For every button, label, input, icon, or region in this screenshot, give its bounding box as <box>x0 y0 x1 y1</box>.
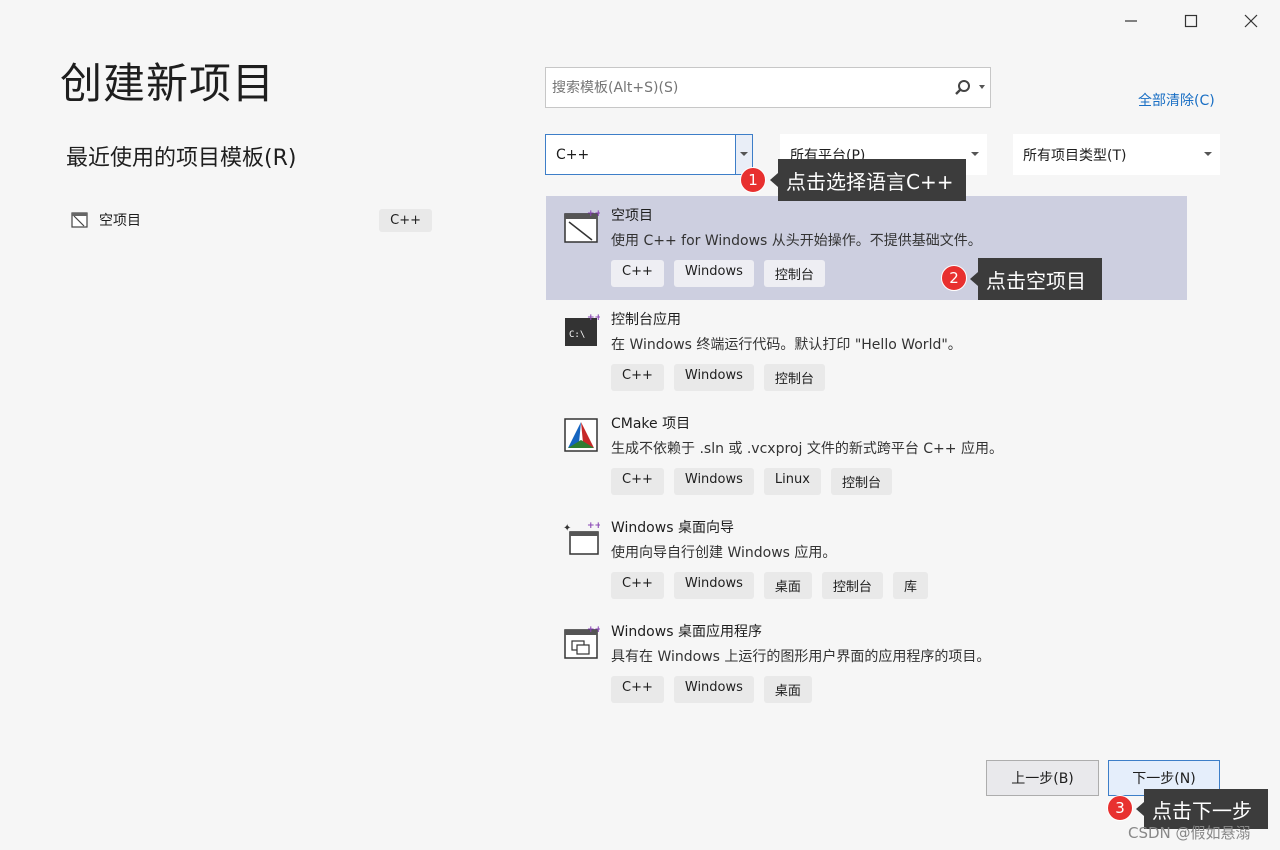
template-tag: Windows <box>673 468 754 495</box>
page-title: 创建新项目 <box>60 59 276 108</box>
template-tag: Windows <box>673 572 754 599</box>
recent-item-label: 空项目 <box>99 213 141 229</box>
template-name: 控制台应用 <box>611 312 681 328</box>
chevron-down-icon <box>1204 152 1212 156</box>
template-desktop-app[interactable]: ++ Windows 桌面应用程序 具有在 Windows 上运行的图形用户界面… <box>546 612 1187 716</box>
template-tag: Windows <box>673 676 754 703</box>
template-tag: 控制台 <box>763 364 825 391</box>
template-tag: Windows <box>673 364 754 391</box>
clear-all-link[interactable]: 全部清除(C) <box>1138 90 1215 110</box>
annotation-callout-2: 点击空项目 <box>970 258 1102 300</box>
chevron-down-icon <box>740 152 748 156</box>
annotation-badge-2: 2 <box>941 265 967 291</box>
recent-templates-heading: 最近使用的项目模板(R) <box>66 146 297 171</box>
template-description: 在 Windows 终端运行代码。默认打印 "Hello World"。 <box>611 337 962 353</box>
chevron-down-icon[interactable] <box>979 85 985 89</box>
template-desktop-wizard[interactable]: ✦ ++ Windows 桌面向导 使用向导自行创建 Windows 应用。 C… <box>546 508 1187 612</box>
watermark: CSDN @假如悬溺 <box>1128 824 1251 842</box>
annotation-callout-1: 点击选择语言C++ <box>770 159 966 201</box>
search-icon[interactable] <box>954 79 972 97</box>
project-type-selected: 所有项目类型(T) <box>1023 147 1127 164</box>
template-tag: 控制台 <box>830 468 892 495</box>
svg-text:++: ++ <box>587 313 600 323</box>
template-tag: Windows <box>673 260 754 287</box>
svg-text:C:\: C:\ <box>569 330 585 340</box>
annotation-badge-3: 3 <box>1107 795 1133 821</box>
cmake-icon <box>564 418 598 452</box>
template-description: 使用向导自行创建 Windows 应用。 <box>611 545 837 561</box>
minimize-button[interactable] <box>1116 6 1146 36</box>
template-tag: C++ <box>611 676 664 703</box>
project-type-dropdown[interactable]: 所有项目类型(T) <box>1013 134 1220 175</box>
template-cmake-project[interactable]: CMake 项目 生成不依赖于 .sln 或 .vcxproj 文件的新式跨平台… <box>546 404 1187 508</box>
template-tag: 桌面 <box>763 572 812 599</box>
svg-text:++: ++ <box>587 625 600 635</box>
template-description: 生成不依赖于 .sln 或 .vcxproj 文件的新式跨平台 C++ 应用。 <box>611 441 1003 457</box>
language-dropdown[interactable]: C++ <box>545 134 753 175</box>
search-box[interactable] <box>545 67 991 108</box>
recent-item-empty-project[interactable]: 空项目 C++ <box>70 206 432 234</box>
maximize-icon <box>1184 14 1198 28</box>
desktop-wizard-icon: ✦ ++ <box>563 521 600 555</box>
template-tag: C++ <box>611 572 664 599</box>
close-icon <box>1244 14 1258 28</box>
close-button[interactable] <box>1236 6 1266 36</box>
template-tag: 桌面 <box>763 676 812 703</box>
svg-text:✦: ✦ <box>563 523 571 534</box>
template-tag: C++ <box>611 364 664 391</box>
template-tag: C++ <box>611 468 664 495</box>
search-input[interactable] <box>552 79 932 96</box>
template-tag: 控制台 <box>763 260 825 287</box>
template-name: CMake 项目 <box>611 416 691 432</box>
desktop-app-icon: ++ <box>564 625 600 659</box>
template-console-app[interactable]: C:\ ++ 控制台应用 在 Windows 终端运行代码。默认打印 "Hell… <box>546 300 1187 404</box>
back-button[interactable]: 上一步(B) <box>986 760 1099 796</box>
template-name: 空项目 <box>611 208 653 224</box>
template-description: 具有在 Windows 上运行的图形用户界面的应用程序的项目。 <box>611 649 991 665</box>
template-tag: 库 <box>892 572 928 599</box>
list-fade <box>546 720 1187 734</box>
template-tag: Linux <box>763 468 821 495</box>
svg-text:++: ++ <box>587 521 600 531</box>
language-selected: C++ <box>556 146 590 163</box>
recent-item-tag: C++ <box>379 208 432 232</box>
minimize-icon <box>1125 20 1137 22</box>
empty-project-icon <box>71 212 88 228</box>
maximize-button[interactable] <box>1176 6 1206 36</box>
annotation-badge-1: 1 <box>740 167 766 193</box>
template-tag: C++ <box>611 260 664 287</box>
svg-text:++: ++ <box>587 209 600 219</box>
empty-project-icon: ++ <box>564 209 600 243</box>
template-description: 使用 C++ for Windows 从头开始操作。不提供基础文件。 <box>611 233 982 249</box>
console-app-icon: C:\ ++ <box>565 313 600 346</box>
template-tag: 控制台 <box>821 572 883 599</box>
template-name: Windows 桌面应用程序 <box>611 624 762 640</box>
template-name: Windows 桌面向导 <box>611 520 734 536</box>
chevron-down-icon <box>971 152 979 156</box>
